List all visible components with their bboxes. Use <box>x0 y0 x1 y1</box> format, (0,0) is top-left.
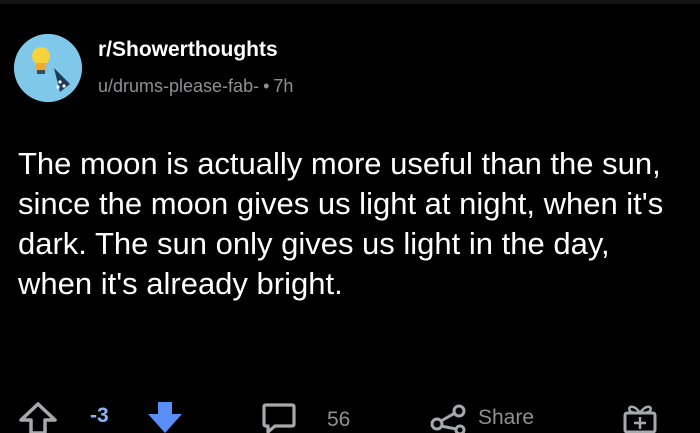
share-icon <box>430 404 466 433</box>
downvote-arrow-icon <box>148 402 182 433</box>
upvote-button[interactable] <box>18 402 58 433</box>
comment-count: 56 <box>327 408 351 431</box>
upvote-arrow-icon <box>19 402 57 433</box>
award-icon <box>623 405 657 433</box>
post-age: 7h <box>273 76 294 96</box>
post-body: The moon is actually more useful than th… <box>18 146 664 301</box>
subreddit-avatar[interactable] <box>14 34 82 102</box>
subreddit-name[interactable]: r/Showerthoughts <box>98 38 278 62</box>
comment-icon <box>262 403 296 433</box>
author-link[interactable]: u/drums-please-fab- <box>98 76 259 96</box>
comment-button[interactable] <box>261 402 297 433</box>
award-button[interactable] <box>621 402 659 433</box>
share-label: Share <box>478 405 535 429</box>
shower-lightbulb-avatar-icon <box>14 34 82 102</box>
meta-separator: • <box>263 76 270 96</box>
share-button[interactable]: Share <box>430 402 534 433</box>
post-meta: u/drums-please-fab- • 7h <box>98 76 293 97</box>
top-divider <box>0 0 700 4</box>
vote-score: -3 <box>90 404 109 427</box>
downvote-button[interactable] <box>146 402 184 433</box>
